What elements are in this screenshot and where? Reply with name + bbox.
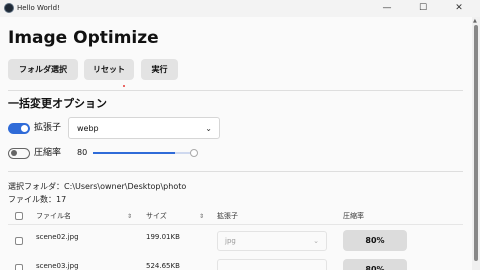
compression-slider-thumb[interactable] (190, 149, 198, 157)
toggle-knob (11, 150, 17, 156)
divider (8, 171, 463, 172)
toggle-knob (21, 125, 28, 132)
file-count-text: ファイル数：17 (8, 195, 67, 204)
slider-fill (93, 152, 176, 154)
row-checkbox[interactable] (15, 237, 23, 245)
extension-label: 拡張子 (34, 123, 62, 133)
extension-select-value: webp (77, 124, 99, 133)
row-file-name: scene03.jpg (36, 262, 79, 270)
chevron-down-icon: ⌄ (313, 237, 319, 245)
scroll-up-icon[interactable]: ▲ (473, 18, 477, 24)
maximize-button[interactable]: ☐ (408, 0, 438, 17)
window-title: Hello World! (17, 4, 60, 12)
table-header-divider (8, 224, 463, 225)
row-extension-select[interactable] (217, 259, 327, 270)
column-header-extension: 拡張子 (217, 212, 238, 220)
row-file-name: scene02.jpg (36, 233, 79, 241)
column-header-name[interactable]: ファイル名 (36, 212, 71, 221)
column-header-size[interactable]: サイズ (146, 212, 167, 221)
extension-select[interactable]: webp ⌄ (68, 117, 220, 139)
close-button[interactable]: ✕ (444, 0, 474, 17)
app-icon (4, 3, 14, 13)
row-file-size: 199.01KB (146, 233, 180, 241)
select-all-checkbox[interactable] (15, 212, 23, 220)
compression-label: 圧縮率 (34, 148, 62, 158)
window-titlebar: Hello World! — ☐ ✕ (0, 0, 480, 17)
row-file-size: 524.65KB (146, 262, 180, 270)
scrollbar[interactable]: ▲ (472, 17, 480, 270)
run-button[interactable]: 実行 (141, 59, 178, 80)
sort-icon[interactable]: ⇕ (199, 212, 204, 221)
page-title: Image Optimize (8, 28, 159, 48)
reset-button[interactable]: リセット (84, 59, 134, 80)
column-header-compression: 圧縮率 (343, 212, 364, 220)
selected-folder-text: 選択フォルダ：C:\Users\owner\Desktop\photo (8, 182, 187, 191)
row-extension-select[interactable]: jpg ⌄ (217, 231, 327, 251)
row-checkbox[interactable] (15, 264, 23, 270)
options-title: 一括変更オプション (8, 97, 107, 110)
row-compression-button[interactable]: 80% (343, 230, 407, 251)
chevron-down-icon: ⌄ (205, 124, 212, 133)
select-folder-button[interactable]: フォルダ選択 (8, 59, 78, 80)
minimize-button[interactable]: — (372, 0, 402, 17)
divider (8, 90, 463, 91)
row-extension-value: jpg (225, 237, 236, 245)
sort-icon[interactable]: ⇕ (127, 212, 132, 221)
scrollbar-thumb[interactable] (474, 25, 478, 261)
compression-slider-track[interactable] (93, 152, 196, 154)
compression-value: 80 (77, 148, 88, 157)
indicator-dot (123, 85, 125, 87)
compression-toggle[interactable] (8, 148, 30, 159)
row-compression-button[interactable]: 80% (343, 259, 407, 270)
extension-toggle[interactable] (8, 123, 30, 134)
